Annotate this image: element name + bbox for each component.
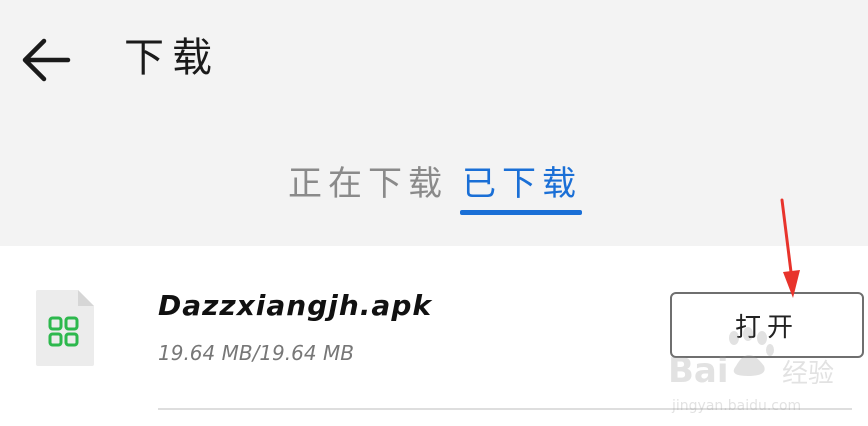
back-button[interactable] [14,28,78,92]
tab-downloaded[interactable]: 已下载 [462,160,582,208]
tab-downloading[interactable]: 正在下载 [288,160,448,208]
tab-bar: 正在下载 已下载 [0,150,868,230]
list-divider [158,408,852,410]
arrow-left-icon [22,38,71,82]
download-list-item[interactable]: Dazzxiangjh.apk 19.64 MB/19.64 MB 打开 [0,246,868,426]
active-tab-indicator [460,210,582,215]
file-name: Dazzxiangjh.apk [158,289,432,322]
file-size: 19.64 MB/19.64 MB [158,341,354,365]
page-title: 下载 [124,35,220,81]
downloads-screen: 下载 正在下载 已下载 Dazzxiangjh.apk 19.64 MB/19.… [0,0,868,426]
apk-file-icon [36,290,94,366]
header-area: 下载 正在下载 已下载 [0,0,868,246]
open-button[interactable]: 打开 [670,292,864,358]
